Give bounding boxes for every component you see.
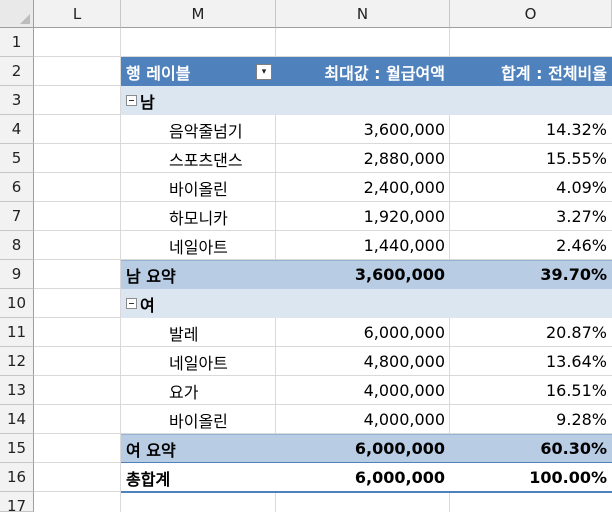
pivot-ratio-value[interactable]: 13.64% bbox=[450, 347, 612, 376]
row-header-1[interactable]: 1 bbox=[0, 28, 34, 57]
group-male-label: 남 bbox=[140, 92, 155, 112]
row-header-10[interactable]: 10 bbox=[0, 289, 34, 318]
grand-total-max[interactable]: 6,000,000 bbox=[276, 463, 450, 492]
sum-ratio-header[interactable]: 합계 : 전체비율 bbox=[450, 57, 612, 86]
subtotal-male-label[interactable]: 남 요약 bbox=[121, 260, 276, 289]
grand-total-label[interactable]: 총합계 bbox=[121, 463, 276, 492]
pivot-max-value[interactable]: 1,920,000 bbox=[276, 202, 450, 231]
pivot-ratio-value[interactable]: 16.51% bbox=[450, 376, 612, 405]
row-header-2[interactable]: 2 bbox=[0, 57, 34, 86]
row-header-9[interactable]: 9 bbox=[0, 260, 34, 289]
pivot-max-value[interactable]: 2,400,000 bbox=[276, 173, 450, 202]
row-header-12[interactable]: 12 bbox=[0, 347, 34, 376]
subtotal-female-ratio[interactable]: 60.30% bbox=[450, 434, 612, 463]
row-labels-header[interactable]: 행 레이블 bbox=[121, 57, 256, 86]
row-header-6[interactable]: 6 bbox=[0, 173, 34, 202]
pivot-row-label[interactable]: 네일아트 bbox=[121, 231, 276, 260]
grand-total-ratio[interactable]: 100.00% bbox=[450, 463, 612, 492]
pivot-row-label[interactable]: 바이올린 bbox=[121, 405, 276, 434]
subtotal-female-label[interactable]: 여 요약 bbox=[121, 434, 276, 463]
collapse-icon[interactable] bbox=[126, 298, 137, 309]
pivot-ratio-value[interactable]: 14.32% bbox=[450, 115, 612, 144]
filter-dropdown-icon[interactable]: ▾ bbox=[256, 64, 272, 80]
pivot-max-value[interactable]: 4,000,000 bbox=[276, 405, 450, 434]
row-header-15[interactable]: 15 bbox=[0, 434, 34, 463]
select-all-corner[interactable] bbox=[0, 0, 34, 28]
pivot-ratio-value[interactable]: 20.87% bbox=[450, 318, 612, 347]
pivot-row-label[interactable]: 바이올린 bbox=[121, 173, 276, 202]
row-header-5[interactable]: 5 bbox=[0, 144, 34, 173]
pivot-row-label[interactable]: 요가 bbox=[121, 376, 276, 405]
row-header-14[interactable]: 14 bbox=[0, 405, 34, 434]
pivot-row-label[interactable]: 네일아트 bbox=[121, 347, 276, 376]
select-all-triangle bbox=[20, 14, 30, 24]
pivot-ratio-value[interactable]: 4.09% bbox=[450, 173, 612, 202]
column-header-m[interactable]: M bbox=[121, 0, 276, 28]
group-female-row[interactable]: 여 bbox=[121, 289, 276, 318]
pivot-ratio-value[interactable]: 3.27% bbox=[450, 202, 612, 231]
group-male-row[interactable]: 남 bbox=[121, 86, 276, 115]
group-female-label: 여 bbox=[140, 295, 155, 315]
pivot-max-value[interactable]: 2,880,000 bbox=[276, 144, 450, 173]
pivot-max-value[interactable]: 4,800,000 bbox=[276, 347, 450, 376]
pivot-row-label[interactable]: 하모니카 bbox=[121, 202, 276, 231]
column-header-n[interactable]: N bbox=[276, 0, 450, 28]
pivot-row-label[interactable]: 발레 bbox=[121, 318, 276, 347]
pivot-ratio-value[interactable]: 9.28% bbox=[450, 405, 612, 434]
row-header-17[interactable]: 17 bbox=[0, 492, 34, 515]
pivot-max-value[interactable]: 6,000,000 bbox=[276, 318, 450, 347]
row-header-11[interactable]: 11 bbox=[0, 318, 34, 347]
row-header-8[interactable]: 8 bbox=[0, 231, 34, 260]
subtotal-female-max[interactable]: 6,000,000 bbox=[276, 434, 450, 463]
row-header-7[interactable]: 7 bbox=[0, 202, 34, 231]
subtotal-male-ratio[interactable]: 39.70% bbox=[450, 260, 612, 289]
row-header-4[interactable]: 4 bbox=[0, 115, 34, 144]
row-header-13[interactable]: 13 bbox=[0, 376, 34, 405]
pivot-max-value[interactable]: 1,440,000 bbox=[276, 231, 450, 260]
pivot-row-label[interactable]: 스포츠댄스 bbox=[121, 144, 276, 173]
pivot-ratio-value[interactable]: 2.46% bbox=[450, 231, 612, 260]
pivot-max-value[interactable]: 3,600,000 bbox=[276, 115, 450, 144]
pivot-max-value[interactable]: 4,000,000 bbox=[276, 376, 450, 405]
column-header-o[interactable]: O bbox=[450, 0, 612, 28]
max-salary-header[interactable]: 최대값 : 월급여액 bbox=[276, 57, 450, 86]
subtotal-male-max[interactable]: 3,600,000 bbox=[276, 260, 450, 289]
row-header-3[interactable]: 3 bbox=[0, 86, 34, 115]
pivot-row-label[interactable]: 음악줄넘기 bbox=[121, 115, 276, 144]
row-header-16[interactable]: 16 bbox=[0, 463, 34, 492]
collapse-icon[interactable] bbox=[126, 95, 137, 106]
pivot-ratio-value[interactable]: 15.55% bbox=[450, 144, 612, 173]
column-header-l[interactable]: L bbox=[34, 0, 121, 28]
